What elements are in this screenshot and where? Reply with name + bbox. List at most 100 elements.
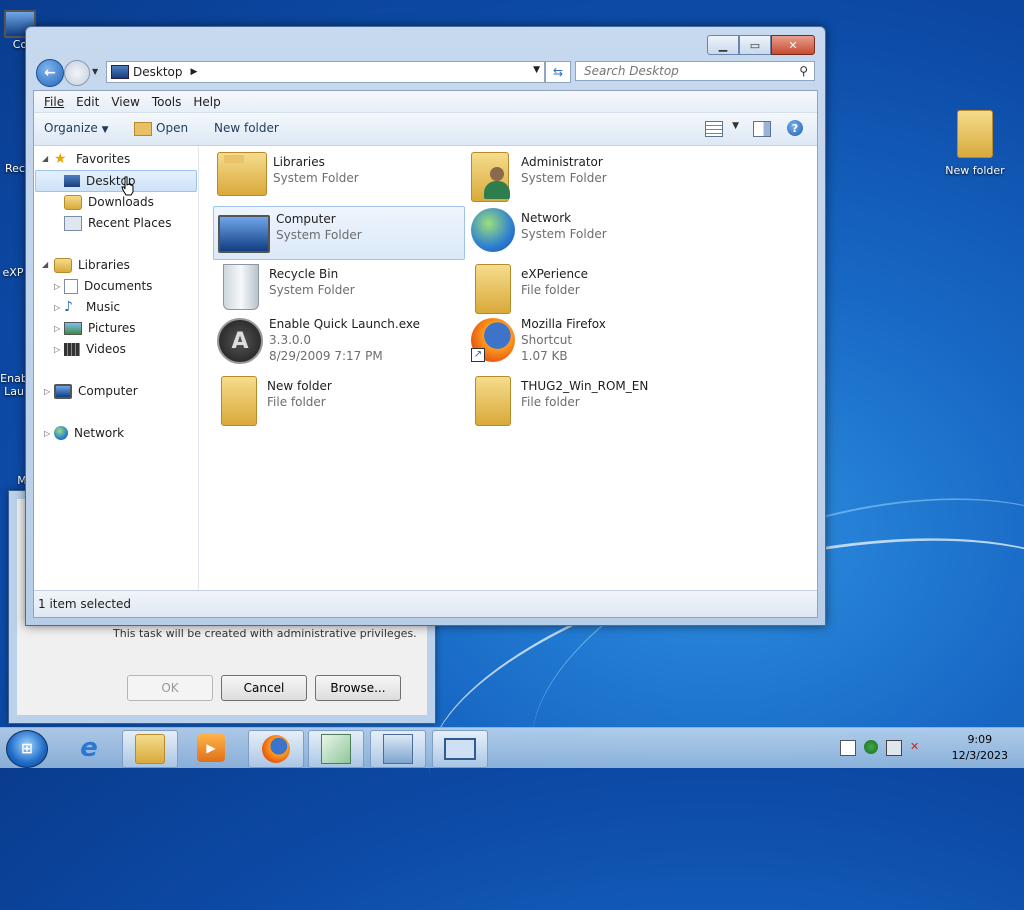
forward-button[interactable] [64, 60, 90, 86]
nav-desktop[interactable]: Desktop [35, 170, 197, 192]
file-item-administrator[interactable]: Administrator System Folder [467, 150, 717, 202]
file-item-libraries[interactable]: Libraries System Folder [213, 150, 463, 202]
item-text: Computer System Folder [276, 211, 362, 243]
minimize-button[interactable]: ▁ [707, 35, 739, 55]
taskbar-notepad[interactable] [308, 730, 364, 768]
explorer-body: File Edit View Tools Help Organize ▼ Ope… [33, 90, 818, 618]
view-dropdown-icon[interactable]: ▼ [732, 121, 739, 131]
item-type: File folder [521, 395, 580, 409]
close-button[interactable]: ✕ [771, 35, 815, 55]
action-center-icon[interactable] [840, 740, 856, 756]
file-item-experience[interactable]: eXPerience File folder [467, 262, 717, 314]
nav-downloads[interactable]: Downloads [64, 192, 154, 212]
nav-label: Downloads [88, 195, 154, 209]
nav-label: Documents [84, 279, 153, 293]
downloads-icon [64, 194, 82, 210]
taskbar-window[interactable] [432, 730, 488, 768]
shortcut-arrow-icon: ↗ [471, 348, 485, 362]
recent-pages-dropdown[interactable]: ▼ [92, 67, 98, 76]
collapse-icon[interactable]: ▷ [54, 303, 60, 312]
file-item-thug2[interactable]: THUG2_Win_ROM_EN File folder [467, 374, 717, 426]
address-bar[interactable]: Desktop ▶ ▼ [106, 61, 545, 83]
menu-tools[interactable]: Tools [152, 95, 182, 109]
back-button[interactable]: ← [36, 59, 64, 87]
maximize-button[interactable]: ▭ [739, 35, 771, 55]
refresh-button[interactable]: ⇆ [545, 61, 571, 83]
taskbar-firefox[interactable] [248, 730, 304, 768]
menu-bar: File Edit View Tools Help [34, 91, 817, 113]
desktop-icon-label: eXP [2, 266, 24, 279]
item-text: Libraries System Folder [273, 154, 359, 186]
network-tray-icon[interactable] [886, 740, 902, 756]
clock[interactable]: 9:09 12/3/2023 [952, 732, 1008, 764]
collapse-icon[interactable]: ▷ [44, 387, 50, 396]
nav-network[interactable]: Network [54, 423, 124, 443]
nav-recent-places[interactable]: Recent Places [64, 213, 171, 233]
organize-button[interactable]: Organize ▼ [44, 121, 109, 135]
nav-pictures[interactable]: Pictures [64, 318, 136, 338]
desktop-icon-experience[interactable]: eXP [0, 218, 26, 279]
item-text: THUG2_Win_ROM_EN File folder [521, 378, 648, 410]
desktop-icon-label: New folder [945, 164, 1005, 177]
aimp-icon: A [217, 318, 263, 364]
nav-libraries[interactable]: Libraries [54, 255, 130, 275]
change-view-icon[interactable] [705, 121, 723, 137]
menu-help[interactable]: Help [193, 95, 220, 109]
security-icon[interactable] [864, 740, 878, 754]
collapse-icon[interactable]: ▷ [54, 324, 60, 333]
taskbar-explorer[interactable] [122, 730, 178, 768]
command-bar: Organize ▼ Open New folder ▼ ? [34, 113, 817, 146]
menu-edit[interactable]: Edit [76, 95, 99, 109]
expand-icon[interactable]: ◢ [42, 260, 48, 269]
notepad-icon [321, 734, 351, 764]
desktop-icon-new-folder[interactable]: New folder [940, 110, 1010, 177]
cancel-button[interactable]: Cancel [221, 675, 307, 701]
start-button[interactable]: ⊞ [6, 730, 48, 768]
recent-places-icon [64, 215, 82, 231]
collapse-icon[interactable]: ▷ [44, 429, 50, 438]
pictures-icon [64, 321, 82, 335]
browse-button[interactable]: Browse... [315, 675, 401, 701]
search-input[interactable] [582, 63, 786, 79]
nav-documents[interactable]: Documents [64, 276, 152, 296]
taskbar-task-scheduler[interactable] [370, 730, 426, 768]
menu-view[interactable]: View [111, 95, 139, 109]
file-item-computer[interactable]: Computer System Folder [213, 206, 465, 260]
expand-icon[interactable]: ◢ [42, 154, 48, 163]
volume-muted-icon[interactable]: ✕ [910, 740, 924, 754]
new-folder-button[interactable]: New folder [214, 121, 279, 135]
ok-button[interactable]: OK [127, 675, 213, 701]
taskbar-ie[interactable]: e [62, 730, 116, 766]
file-item-enable-quick-launch[interactable]: A Enable Quick Launch.exe 3.3.0.0 8/29/2… [213, 312, 463, 372]
breadcrumb-arrow-icon[interactable]: ▶ [191, 67, 198, 77]
collapse-icon[interactable]: ▷ [54, 282, 60, 291]
desktop-icon-enable[interactable]: Enab Lau [0, 322, 28, 398]
file-item-recycle-bin[interactable]: Recycle Bin System Folder [213, 262, 463, 314]
menu-file[interactable]: File [44, 95, 64, 109]
nav-videos[interactable]: Videos [64, 339, 126, 359]
folder-icon [957, 110, 993, 158]
file-item-new-folder[interactable]: New folder File folder [213, 374, 463, 426]
search-box[interactable]: ⚲ [575, 61, 815, 81]
help-icon[interactable]: ? [787, 120, 803, 136]
nav-favorites[interactable]: ★ Favorites [54, 149, 130, 169]
item-type: System Folder [521, 227, 607, 241]
address-text: Desktop [133, 65, 183, 79]
open-button[interactable]: Open [134, 121, 188, 136]
item-type: System Folder [273, 171, 359, 185]
item-name: Mozilla Firefox [521, 317, 606, 331]
item-name: Administrator [521, 155, 603, 169]
file-item-firefox[interactable]: ↗ Mozilla Firefox Shortcut 1.07 KB [467, 312, 717, 372]
search-icon[interactable]: ⚲ [799, 64, 808, 78]
taskbar-media[interactable]: ▶ [184, 730, 238, 766]
folder-icon [221, 376, 257, 426]
item-name: Network [521, 211, 572, 225]
preview-pane-icon[interactable] [753, 121, 771, 137]
address-dropdown-icon[interactable]: ▼ [533, 65, 540, 75]
nav-music[interactable]: ♪ Music [64, 297, 120, 317]
collapse-icon[interactable]: ▷ [54, 345, 60, 354]
nav-computer[interactable]: Computer [54, 381, 138, 401]
desktop-icon-label: Enab [0, 372, 28, 385]
file-item-network[interactable]: Network System Folder [467, 206, 717, 258]
status-text: 1 item selected [38, 597, 132, 611]
